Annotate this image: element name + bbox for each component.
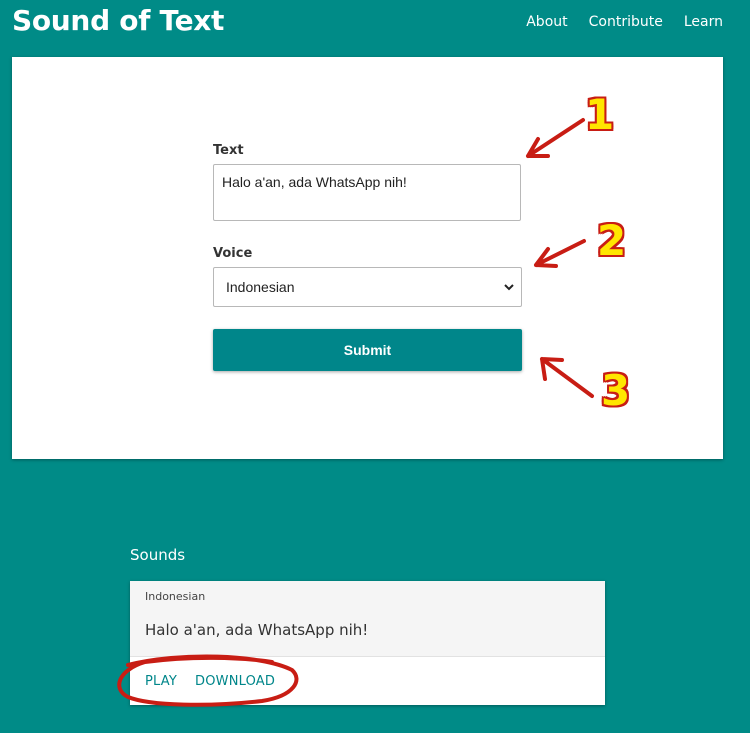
nav-about[interactable]: About bbox=[526, 14, 567, 30]
text-input[interactable]: Halo a'an, ada WhatsApp nih! bbox=[213, 164, 521, 221]
top-nav: About Contribute Learn bbox=[526, 14, 723, 30]
voice-select-value: Indonesian bbox=[226, 279, 295, 295]
annotation-number-3: 3 bbox=[601, 366, 631, 415]
play-button[interactable]: PLAY bbox=[145, 674, 177, 689]
text-label: Text bbox=[213, 143, 244, 158]
site-title[interactable]: Sound of Text bbox=[12, 4, 224, 37]
voice-select[interactable]: Indonesian bbox=[213, 267, 522, 307]
sound-text: Halo a'an, ada WhatsApp nih! bbox=[145, 621, 369, 639]
nav-learn[interactable]: Learn bbox=[684, 14, 723, 30]
voice-label: Voice bbox=[213, 246, 253, 261]
sound-card-header: Indonesian Halo a'an, ada WhatsApp nih! bbox=[130, 581, 605, 657]
annotation-number-2: 2 bbox=[597, 216, 627, 265]
chevron-down-icon bbox=[504, 284, 514, 291]
sounds-heading: Sounds bbox=[130, 546, 186, 564]
annotation-number-1: 1 bbox=[585, 90, 615, 139]
download-button[interactable]: DOWNLOAD bbox=[195, 674, 275, 689]
submit-button[interactable]: Submit bbox=[213, 329, 522, 371]
sound-voice: Indonesian bbox=[145, 590, 206, 603]
sound-card: Indonesian Halo a'an, ada WhatsApp nih! … bbox=[130, 581, 605, 705]
nav-contribute[interactable]: Contribute bbox=[589, 14, 663, 30]
